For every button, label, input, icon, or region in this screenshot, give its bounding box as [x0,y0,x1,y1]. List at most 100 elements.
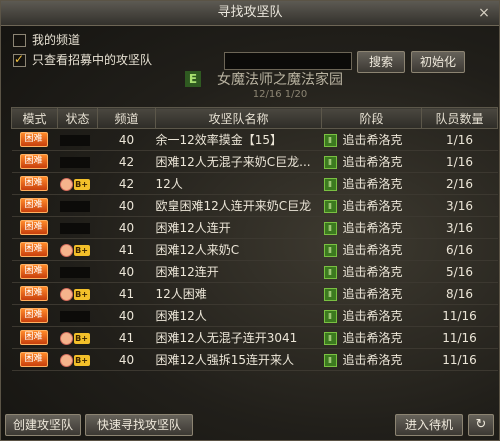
cell-status: B+ [57,348,98,371]
cell-mode: 困难 [11,326,58,349]
window-title: 寻找攻坚队 [217,5,283,20]
banner-sub: 12/16 1/20 [252,89,308,100]
cell-stage: Ⅱ 追击希洛克 [321,238,422,261]
status-empty [59,222,90,234]
banner-title: 女魔法师之魔法家园 [217,72,343,88]
table-row[interactable]: 困难 40 余一12效率摸金【15】 Ⅱ 追击希洛克 1/16 [11,128,498,151]
cell-status: B+ [57,282,98,305]
cell-status: B+ [57,326,98,349]
cell-members: 1/16 [421,150,498,173]
cell-raid-name: 欧皇困难12人连开来奶C巨龙 [155,194,322,217]
cell-mode: 困难 [11,304,58,327]
mode-tag: 困难 [19,330,48,345]
cell-status [57,260,98,283]
close-icon[interactable]: × [475,4,493,22]
cell-stage: Ⅱ 追击希洛克 [321,326,422,349]
cell-channel: 41 [97,238,156,261]
character-face-icon [59,287,73,301]
character-face-icon [59,331,73,345]
status-b-label: B+ [73,332,90,344]
reset-button[interactable]: 初始化 [411,51,465,73]
cell-raid-name: 困难12人 [155,304,322,327]
cell-raid-name: 12人困难 [155,282,322,305]
cell-channel: 40 [97,128,156,151]
cell-stage: Ⅱ 追击希洛克 [321,150,422,173]
cell-stage: Ⅱ 追击希洛克 [321,216,422,239]
cell-members: 11/16 [421,326,498,349]
cell-members: 3/16 [421,194,498,217]
header-mode[interactable]: 模式 [11,107,58,129]
window-titlebar: 寻找攻坚队 × [1,1,499,26]
table-row[interactable]: 困难 B+ 41 困难12人来奶C Ⅱ 追击希洛克 6/16 [11,238,498,261]
table-header-row: 模式 状态 频道 攻坚队名称 阶段 队员数量 [11,107,498,129]
cell-status: B+ [57,238,98,261]
stage-label: 追击希洛克 [342,177,403,191]
raid-table: 模式 状态 频道 攻坚队名称 阶段 队员数量 困难 40 余一12效率摸金【15】 Ⅱ… [11,107,498,371]
cell-mode: 困难 [11,128,58,151]
cell-mode: 困难 [11,216,58,239]
table-row[interactable]: 困难 B+ 41 12人困难 Ⅱ 追击希洛克 8/16 [11,282,498,305]
table-row[interactable]: 困难 40 困难12人连开 Ⅱ 追击希洛克 3/16 [11,216,498,239]
cell-members: 1/16 [421,128,498,151]
cell-members: 8/16 [421,282,498,305]
table-row[interactable]: 困难 B+ 40 困难12人强拆15连开来人 Ⅱ 追击希洛克 11/16 [11,348,498,371]
status-b-label: B+ [73,244,90,256]
header-members[interactable]: 队员数量 [421,107,498,129]
table-row[interactable]: 困难 42 困难12人无混子来奶C巨龙... Ⅱ 追击希洛克 1/16 [11,150,498,173]
stage-label: 追击希洛克 [342,309,403,323]
header-name[interactable]: 攻坚队名称 [155,107,322,129]
stage-icon: Ⅱ [323,332,337,345]
cell-status [57,304,98,327]
character-face-icon [59,243,73,257]
character-face-icon [59,353,73,367]
mode-tag: 困难 [19,242,48,257]
stage-icon: Ⅱ [323,288,337,301]
stage-icon: Ⅱ [323,310,337,323]
header-channel[interactable]: 频道 [97,107,156,129]
cell-stage: Ⅱ 追击希洛克 [321,304,422,327]
cell-members: 5/16 [421,260,498,283]
cell-members: 3/16 [421,216,498,239]
cell-channel: 42 [97,150,156,173]
table-row[interactable]: 困难 40 欧皇困难12人连开来奶C巨龙 Ⅱ 追击希洛克 3/16 [11,194,498,217]
cell-raid-name: 困难12人强拆15连开来人 [155,348,322,371]
cell-stage: Ⅱ 追击希洛克 [321,348,422,371]
my-channel-filter[interactable]: 我的频道 [13,32,80,48]
recruiting-only-checkbox[interactable] [13,51,26,67]
cell-status [57,216,98,239]
cell-stage: Ⅱ 追击希洛克 [321,260,422,283]
status-badge-icon: B+ [59,353,90,367]
status-b-label: B+ [73,354,90,366]
stage-label: 追击希洛克 [342,133,403,147]
table-row[interactable]: 困难 40 困难12连开 Ⅱ 追击希洛克 5/16 [11,260,498,283]
mode-tag: 困难 [19,198,48,213]
cell-raid-name: 困难12人连开 [155,216,322,239]
stage-label: 追击希洛克 [342,353,403,367]
table-row[interactable]: 困难 B+ 41 困难12人无混子连开3041 Ⅱ 追击希洛克 11/16 [11,326,498,349]
header-status[interactable]: 状态 [57,107,98,129]
cell-channel: 40 [97,348,156,371]
search-input[interactable] [224,52,352,70]
my-channel-checkbox[interactable] [13,33,26,47]
cell-status: B+ [57,172,98,195]
cell-mode: 困难 [11,194,58,217]
header-stage[interactable]: 阶段 [321,107,422,129]
stage-label: 追击希洛克 [342,265,403,279]
status-badge-icon: B+ [59,287,90,301]
status-empty [59,200,90,212]
cell-status [57,128,98,151]
cell-channel: 41 [97,326,156,349]
recruiting-only-filter[interactable]: 只查看招募中的攻坚队 [13,51,152,68]
stage-label: 追击希洛克 [342,331,403,345]
stage-icon: Ⅱ [323,178,337,191]
refresh-icon[interactable]: ↻ [468,414,494,436]
table-row[interactable]: 困难 B+ 42 12人 Ⅱ 追击希洛克 2/16 [11,172,498,195]
table-row[interactable]: 困难 40 困难12人 Ⅱ 追击希洛克 11/16 [11,304,498,327]
status-empty [59,156,90,168]
quick-find-button[interactable]: 快速寻找攻坚队 [85,414,193,436]
create-raid-button[interactable]: 创建攻坚队 [5,414,81,436]
enter-wait-button[interactable]: 进入待机 [395,414,463,436]
character-face-icon [59,177,73,191]
cell-raid-name: 困难12人来奶C [155,238,322,261]
stage-icon: Ⅱ [323,200,337,213]
